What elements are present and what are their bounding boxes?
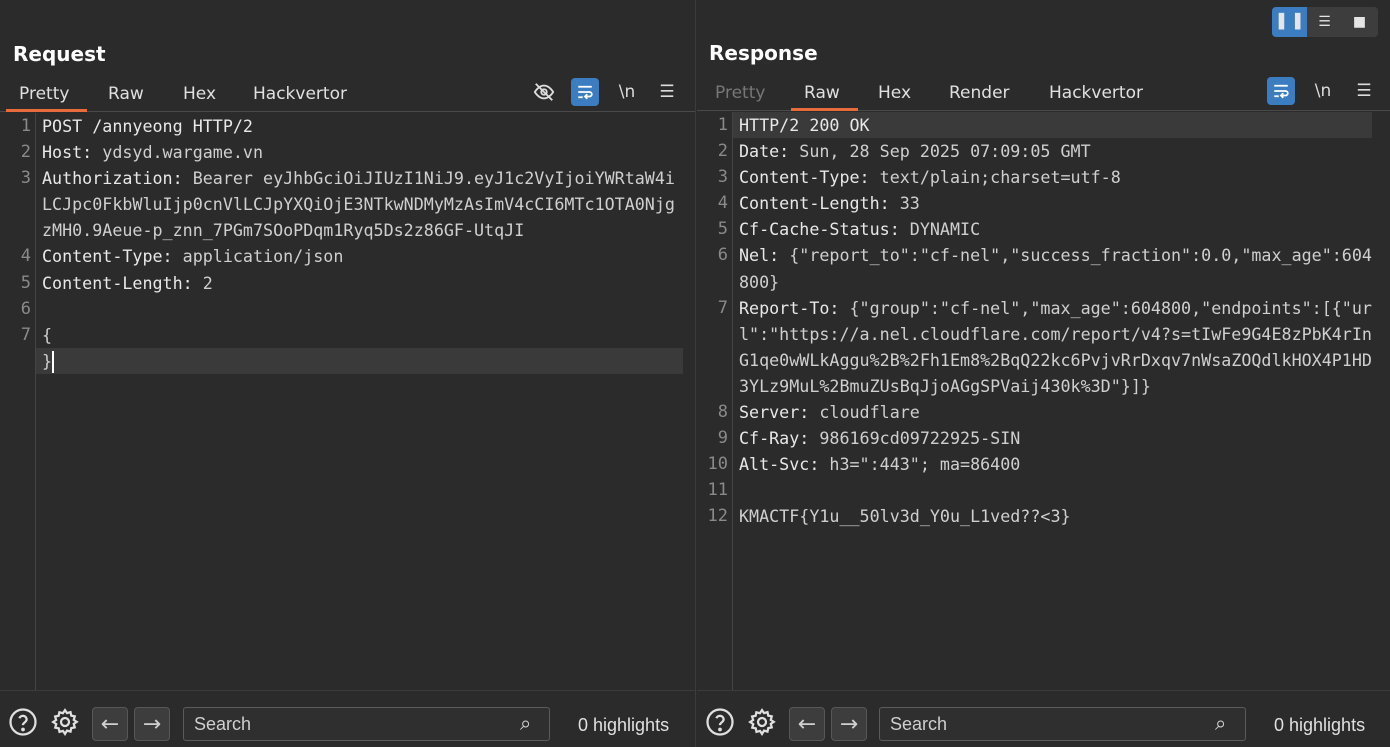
header-value: DYNAMIC <box>899 219 981 240</box>
help-icon[interactable] <box>703 705 737 739</box>
gear-icon[interactable] <box>48 705 82 739</box>
line-number: 2 <box>20 142 31 163</box>
line-number: 8 <box>717 402 728 423</box>
request-panel: Request Pretty Raw Hex Hackvertor \n ☰ 1… <box>0 0 696 747</box>
search-icon[interactable]: ⌕ <box>520 711 531 735</box>
line-number: 5 <box>20 272 31 293</box>
line-number: 2 <box>717 141 728 162</box>
line-number: 3 <box>20 168 31 189</box>
request-tabs: Pretty Raw Hex Hackvertor \n ☰ <box>0 78 695 112</box>
next-arrow-icon[interactable]: → <box>134 707 170 741</box>
tab-hex[interactable]: Hex <box>878 83 911 103</box>
response-panel: ▌▐ ☰ ■ Response Pretty Raw Hex Render Ha… <box>697 0 1390 747</box>
response-body: KMACTF{Y1u__50lv3d_Y0u_L1ved??<3} <box>739 506 1071 527</box>
gear-icon[interactable] <box>745 705 779 739</box>
help-icon[interactable] <box>6 705 40 739</box>
text-caret <box>52 351 55 374</box>
header-key: Alt-Svc: <box>739 454 820 475</box>
line-number: 1 <box>20 116 31 136</box>
next-arrow-icon[interactable]: → <box>831 707 867 741</box>
split-horizontal-icon[interactable]: ☰ <box>1307 7 1342 37</box>
line-number: 12 <box>707 506 728 527</box>
single-pane-icon[interactable]: ■ <box>1342 7 1377 37</box>
newline-toggle[interactable]: \n <box>613 78 641 106</box>
search-input[interactable] <box>879 707 1246 741</box>
tab-hackvertor[interactable]: Hackvertor <box>253 84 347 104</box>
header-value: 986169cd09722925-SIN <box>809 428 1021 449</box>
line-number: 6 <box>717 245 728 266</box>
request-editor[interactable]: 1 POST /annyeong HTTP/2 2 Host: ydsyd.warg… <box>0 113 695 690</box>
line-number: 7 <box>717 297 728 318</box>
header-value: Sun, 28 Sep 2025 07:09:05 GMT <box>789 141 1091 162</box>
header-value: application/json <box>172 246 344 267</box>
header-key: Content-Type: <box>739 167 870 188</box>
line-number: 7 <box>20 324 31 345</box>
wrap-icon[interactable] <box>571 78 599 106</box>
response-title: Response <box>709 41 818 65</box>
line-number: 5 <box>717 219 728 240</box>
previous-arrow-icon[interactable]: ← <box>789 707 825 741</box>
line-number: 9 <box>717 428 728 449</box>
header-key: Date: <box>739 141 790 162</box>
header-value: {"report_to":"cf-nel","success_fraction"… <box>739 245 1372 292</box>
header-key: Content-Length: <box>739 193 890 214</box>
highlights-count: 0 highlights <box>1274 715 1366 735</box>
line-number: 3 <box>717 167 728 188</box>
header-value: cloudflare <box>809 402 920 423</box>
request-title: Request <box>13 42 106 66</box>
highlights-count: 0 highlights <box>578 715 670 735</box>
line-number: 4 <box>20 246 31 267</box>
eye-off-icon[interactable] <box>530 78 558 106</box>
line-number: 11 <box>707 480 728 501</box>
header-key: Server: <box>739 402 810 423</box>
body-line: { <box>42 324 53 345</box>
header-value: text/plain;charset=utf-8 <box>869 167 1121 188</box>
tab-raw[interactable]: Raw <box>108 84 144 104</box>
header-key: Host: <box>42 142 93 163</box>
tab-raw[interactable]: Raw <box>791 83 858 111</box>
menu-icon[interactable]: ☰ <box>653 78 681 106</box>
header-value: ydsyd.wargame.vn <box>92 142 264 163</box>
response-code[interactable]: 1 HTTP/2 200 OK 2 Date: Sun, 28 Sep 2025 0… <box>708 112 1372 530</box>
header-value: 2 <box>192 272 213 293</box>
split-vertical-icon[interactable]: ▌▐ <box>1272 7 1307 37</box>
response-tabs: Pretty Raw Hex Render Hackvertor \n ☰ <box>697 77 1390 111</box>
tab-hex[interactable]: Hex <box>183 84 216 104</box>
body-line: } <box>42 350 53 371</box>
line-number: 10 <box>707 454 728 475</box>
tab-hackvertor[interactable]: Hackvertor <box>1049 83 1143 103</box>
response-editor[interactable]: 1 HTTP/2 200 OK 2 Date: Sun, 28 Sep 2025 0… <box>697 112 1390 690</box>
header-key: Nel: <box>739 245 780 266</box>
request-code[interactable]: 1 POST /annyeong HTTP/2 2 Host: ydsyd.warg… <box>21 113 683 374</box>
line-number: 1 <box>717 115 728 135</box>
tab-pretty[interactable]: Pretty <box>715 83 765 103</box>
tab-pretty[interactable]: Pretty <box>5 84 88 112</box>
request-footer: ← → ⌕ 0 highlights <box>0 690 695 747</box>
line-gutter <box>0 113 36 690</box>
layout-toggle: ▌▐ ☰ ■ <box>1272 7 1378 37</box>
wrap-icon[interactable] <box>1267 77 1295 105</box>
header-key: Cf-Ray: <box>739 428 810 449</box>
header-key: Cf-Cache-Status: <box>739 219 900 240</box>
header-key: Report-To: <box>739 297 840 318</box>
header-value: 33 <box>889 193 920 214</box>
search-icon[interactable]: ⌕ <box>1215 711 1226 735</box>
line-number: 4 <box>717 193 728 214</box>
previous-arrow-icon[interactable]: ← <box>92 707 128 741</box>
header-value: h3=":443"; ma=86400 <box>819 454 1021 475</box>
header-key: Content-Length: <box>42 272 193 293</box>
line-number: 6 <box>20 298 31 319</box>
current-line: } <box>36 347 683 374</box>
tab-render[interactable]: Render <box>949 83 1010 103</box>
menu-icon[interactable]: ☰ <box>1350 77 1378 105</box>
search-input[interactable] <box>183 707 550 741</box>
newline-toggle[interactable]: \n <box>1309 77 1337 105</box>
request-line-text: POST /annyeong HTTP/2 <box>42 116 253 136</box>
header-key: Content-Type: <box>42 246 173 267</box>
status-line: HTTP/2 200 OK <box>739 115 870 135</box>
header-key: Authorization: <box>42 168 183 189</box>
response-footer: ← → ⌕ 0 highlights <box>697 690 1390 747</box>
